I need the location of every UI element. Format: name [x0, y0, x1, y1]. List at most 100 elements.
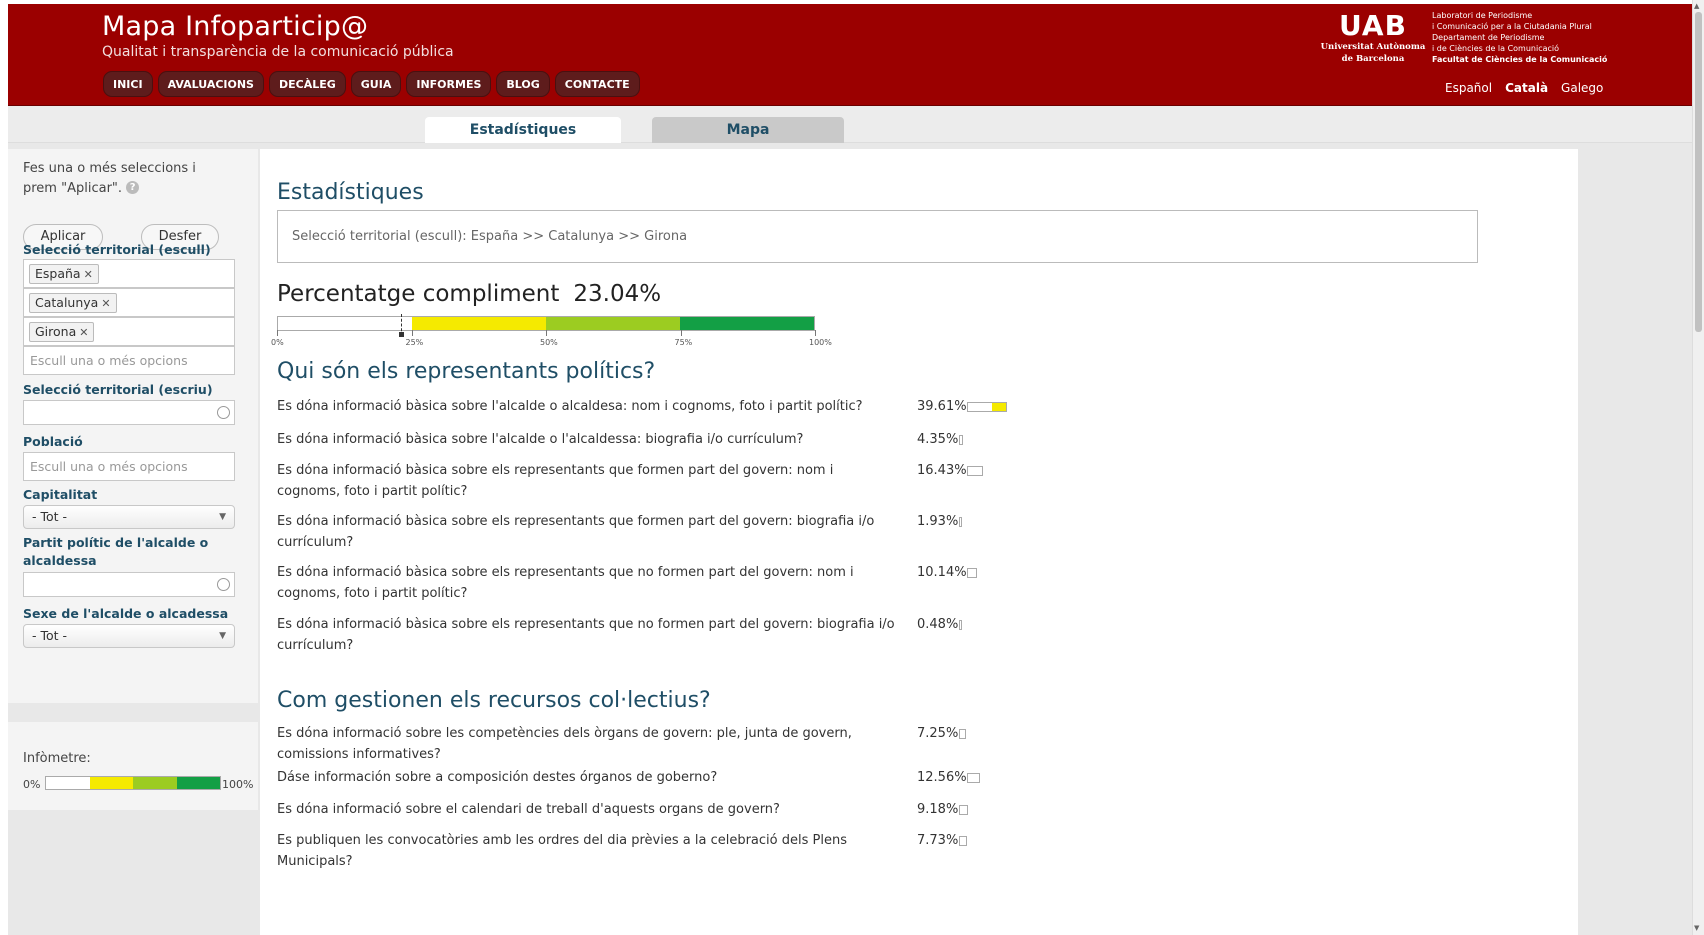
- bar-segment: [960, 518, 961, 526]
- scale-tick: [815, 330, 816, 336]
- uab-mark: UAB: [1339, 9, 1407, 42]
- scale-tick: [411, 330, 413, 336]
- chevron-down-icon: ▼: [219, 512, 226, 522]
- capital-label: Capitalitat: [23, 487, 98, 502]
- filter-sidebar: Fes una o més seleccions i prem "Aplicar…: [8, 149, 258, 703]
- question-row: Es dóna informació bàsica sobre l'alcald…: [277, 396, 1017, 417]
- nav-inici[interactable]: INICI: [103, 71, 153, 97]
- legend-min: 0%: [23, 778, 41, 791]
- question-percentage: 7.25%: [917, 726, 959, 741]
- lab-line: i de Ciències de la Comunicació: [1432, 44, 1560, 53]
- compliance-heading: Percentatge compliment 23.04%: [277, 281, 661, 307]
- question-bar: [959, 620, 962, 630]
- tabs-bar: Estadístiques Mapa: [8, 106, 1692, 143]
- population-input[interactable]: Escull una o més opcions: [23, 452, 235, 481]
- remove-icon[interactable]: ✕: [84, 268, 93, 281]
- sex-label: Sexe de l'alcalde o alcadessa: [23, 606, 229, 621]
- territorial-choose-input[interactable]: Escull una o més opcions: [23, 346, 235, 375]
- question-row: Es dóna informació bàsica sobre l'alcald…: [277, 429, 1017, 450]
- page-title: Estadístiques: [277, 180, 424, 205]
- scroll-up-icon[interactable]: ▲: [1694, 2, 1699, 10]
- scale-segment: [176, 777, 220, 789]
- question-text: Es dóna informació bàsica sobre l'alcald…: [277, 432, 804, 447]
- scroll-thumb[interactable]: [1695, 12, 1702, 332]
- spinner-icon: [217, 578, 230, 591]
- lang-espanol[interactable]: Español: [1445, 81, 1492, 95]
- lab-info[interactable]: Laboratori de Periodisme i Comunicació p…: [1432, 10, 1662, 65]
- nav-blog[interactable]: BLOG: [496, 71, 550, 97]
- tab-estadistiques[interactable]: Estadístiques: [425, 117, 621, 143]
- bar-segment: [968, 403, 992, 411]
- remove-icon[interactable]: ✕: [101, 297, 110, 310]
- question-text: Es publiquen les convocatòries amb les o…: [277, 833, 847, 869]
- question-text: Es dóna informació bàsica sobre els repr…: [277, 565, 854, 601]
- scale-segment: [89, 777, 133, 789]
- site-subtitle: Qualitat i transparència de la comunicac…: [102, 44, 454, 60]
- chip-label: España: [35, 266, 81, 281]
- tab-mapa[interactable]: Mapa: [652, 117, 844, 143]
- scale-segment: [133, 777, 177, 789]
- legend-max: 100%: [222, 778, 254, 791]
- spinner-icon: [217, 406, 230, 419]
- uab-name-line2: de Barcelona: [1341, 54, 1405, 64]
- question-bar: [959, 729, 967, 739]
- bar-segment: [968, 569, 977, 577]
- chip-box: España ✕: [23, 259, 235, 288]
- site-title[interactable]: Mapa Infoparticip@: [102, 11, 368, 42]
- question-bar: [967, 466, 984, 476]
- question-bar: [967, 402, 1007, 412]
- compliance-marker-tip: [398, 332, 404, 337]
- party-input[interactable]: [23, 572, 235, 597]
- bar-segment: [991, 403, 1006, 411]
- site-header: Mapa Infoparticip@ Qualitat i transparèn…: [8, 4, 1692, 106]
- chip-label: Catalunya: [35, 295, 99, 310]
- scale-tick-label: 75%: [674, 338, 693, 347]
- territorial-write-label: Selecció territorial (escriu): [23, 382, 213, 397]
- territorial-write-input[interactable]: [23, 400, 235, 425]
- legend-label: Infòmetre:: [23, 751, 91, 766]
- capital-select[interactable]: - Tot - ▼: [23, 505, 235, 529]
- question-bar: [959, 805, 969, 815]
- question-row: Es dóna informació sobre el calendari de…: [277, 799, 1017, 820]
- question-percentage: 0.48%: [917, 617, 959, 632]
- nav-avaluacions[interactable]: AVALUACIONS: [157, 71, 264, 97]
- question-bar: [967, 773, 980, 783]
- hint-text: Fes una o més seleccions i prem "Aplicar…: [23, 161, 196, 196]
- question-row: Es dóna informació bàsica sobre els repr…: [277, 511, 1017, 553]
- uab-name-line1: Universitat Autònoma: [1320, 42, 1426, 52]
- question-row: Es dóna informació bàsica sobre els repr…: [277, 562, 1017, 604]
- bar-segment: [960, 436, 963, 444]
- question-percentage: 12.56%: [917, 770, 967, 785]
- sex-select[interactable]: - Tot - ▼: [23, 624, 235, 648]
- help-icon[interactable]: ?: [126, 181, 140, 194]
- legend-scale: [45, 776, 221, 790]
- question-percentage: 1.93%: [917, 514, 959, 529]
- scale-tick: [680, 330, 682, 336]
- page-scrollbar[interactable]: ▲ ▼: [1692, 0, 1704, 935]
- nav-informes[interactable]: INFORMES: [406, 71, 492, 97]
- nav-contacte[interactable]: CONTACTE: [554, 71, 640, 97]
- compliance-label: Percentatge compliment: [277, 281, 560, 307]
- lang-galego[interactable]: Galego: [1561, 81, 1603, 95]
- question-text: Es dóna informació sobre les competèncie…: [277, 726, 852, 762]
- scale-tick: [546, 330, 547, 336]
- scale-segment: [46, 777, 90, 789]
- scroll-down-icon[interactable]: ▼: [1694, 924, 1699, 932]
- nav-decaleg[interactable]: DECÀLEG: [268, 71, 346, 97]
- nav-guia[interactable]: GUIA: [350, 71, 402, 97]
- chip-girona: Girona ✕: [29, 322, 95, 342]
- lang-catala[interactable]: Català: [1505, 81, 1548, 95]
- section-title: Qui són els representants polítics?: [277, 359, 656, 384]
- question-percentage: 10.14%: [917, 565, 967, 580]
- section-title: Com gestionen els recursos col·lectius?: [277, 688, 711, 713]
- uab-logo[interactable]: UAB Universitat Autònoma de Barcelona: [1318, 9, 1428, 65]
- remove-icon[interactable]: ✕: [79, 326, 88, 339]
- lab-line: Facultat de Ciències de la Comunicació: [1432, 55, 1608, 64]
- question-text: Es dóna informació sobre el calendari de…: [277, 802, 780, 817]
- bar-segment: [960, 837, 966, 845]
- bar-segment: [968, 774, 979, 782]
- scale-segment: [546, 317, 680, 330]
- question-text: Dáse información sobre a composición des…: [277, 770, 718, 785]
- infometre-legend: Infòmetre: 0% 100%: [8, 722, 258, 810]
- bar-segment: [960, 806, 968, 814]
